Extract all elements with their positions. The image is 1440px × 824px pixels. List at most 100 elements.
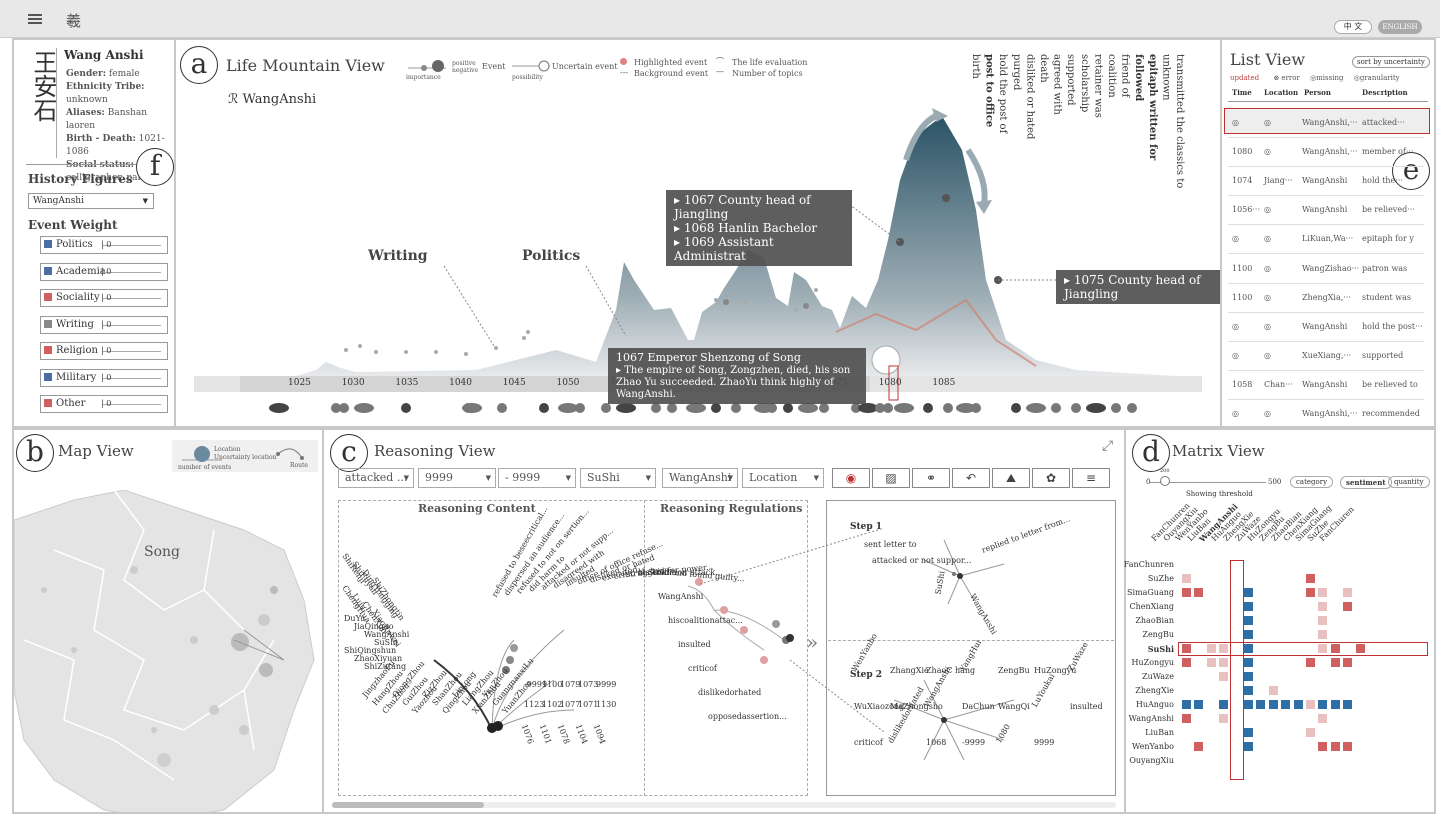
event-dot[interactable] bbox=[462, 403, 482, 413]
weight-row-sociality[interactable]: Sociality | 0 bbox=[40, 289, 168, 307]
matrix-cell[interactable] bbox=[1244, 700, 1253, 709]
weight-row-writing[interactable]: Writing | 0 bbox=[40, 315, 168, 334]
table-row[interactable]: 1080 ◎ WangAnshi,··· member of··· bbox=[1228, 145, 1424, 168]
weight-row-academia[interactable]: Academia | 0 bbox=[40, 262, 168, 281]
checkbox-icon[interactable] bbox=[44, 346, 52, 354]
matrix-cell[interactable] bbox=[1219, 714, 1229, 723]
category-button[interactable]: category bbox=[1290, 476, 1334, 488]
matrix-cell[interactable] bbox=[1343, 588, 1353, 597]
matrix-cell[interactable] bbox=[1194, 700, 1204, 709]
matrix-cell[interactable] bbox=[1306, 658, 1315, 667]
list-header[interactable]: Time Location Person Description bbox=[1228, 88, 1428, 102]
matrix-cell[interactable] bbox=[1194, 742, 1204, 751]
matrix-cell[interactable] bbox=[1182, 714, 1191, 723]
event-dot[interactable] bbox=[354, 403, 374, 413]
matrix-cell[interactable] bbox=[1182, 588, 1191, 597]
link-icon[interactable]: ⚭ bbox=[912, 468, 950, 488]
event-dot[interactable] bbox=[894, 403, 914, 413]
matrix-cell[interactable] bbox=[1182, 644, 1191, 653]
event-dot[interactable] bbox=[601, 403, 611, 413]
event-dot[interactable] bbox=[686, 403, 706, 413]
matrix-cell[interactable] bbox=[1219, 700, 1229, 709]
filter-select[interactable]: WangAnshi ▼ bbox=[662, 468, 738, 488]
matrix-cell[interactable] bbox=[1355, 644, 1365, 653]
matrix-cell[interactable] bbox=[1343, 700, 1353, 709]
song-map[interactable] bbox=[14, 490, 324, 814]
filter-select[interactable]: Location ▼ bbox=[742, 468, 824, 488]
matrix-cell[interactable] bbox=[1330, 658, 1340, 667]
matrix-cell[interactable] bbox=[1244, 630, 1253, 639]
checkbox-icon[interactable] bbox=[44, 266, 52, 275]
matrix-cell[interactable] bbox=[1318, 644, 1328, 653]
matrix-cell[interactable] bbox=[1182, 658, 1191, 667]
quantity-button[interactable]: quantity bbox=[1388, 476, 1430, 488]
matrix-cell[interactable] bbox=[1206, 658, 1216, 667]
matrix-cell[interactable] bbox=[1306, 574, 1315, 583]
sentiment-button[interactable]: sentiment bbox=[1340, 476, 1392, 489]
lang-zh-button[interactable]: 中 文 bbox=[1334, 20, 1372, 34]
table-row[interactable]: 1074 Jiang··· WangAnshi hold the··· bbox=[1228, 174, 1424, 197]
weight-slider[interactable] bbox=[103, 271, 161, 273]
matrix-cell[interactable] bbox=[1256, 700, 1266, 709]
matrix-cell[interactable] bbox=[1306, 728, 1315, 737]
lines-icon[interactable]: ≡ bbox=[1072, 468, 1110, 488]
weight-row-religion[interactable]: Religion | 0 bbox=[40, 342, 168, 360]
matrix-cell[interactable] bbox=[1244, 686, 1253, 695]
event-dot[interactable] bbox=[971, 403, 981, 413]
filter-select[interactable]: - 9999 ▼ bbox=[498, 468, 576, 488]
matrix-cell[interactable] bbox=[1219, 658, 1229, 667]
event-dot[interactable] bbox=[731, 403, 741, 413]
event-dot[interactable] bbox=[497, 403, 507, 413]
table-row[interactable]: ◎ ◎ LiKuan,Wa··· epitaph for y bbox=[1228, 232, 1424, 255]
event-dot[interactable] bbox=[339, 403, 349, 413]
event-dot[interactable] bbox=[923, 403, 933, 413]
event-dot[interactable] bbox=[767, 403, 777, 413]
record-icon[interactable]: ◉ bbox=[832, 468, 870, 488]
matrix-cell[interactable] bbox=[1343, 602, 1353, 611]
table-row[interactable]: ◎ ◎ XueXiang,··· supported bbox=[1228, 349, 1424, 371]
matrix-cell[interactable] bbox=[1244, 588, 1253, 597]
sort-button[interactable]: sort by uncertainty bbox=[1352, 56, 1430, 68]
mountain-icon[interactable]: ⛰ bbox=[992, 468, 1030, 488]
table-row[interactable]: 1056··· ◎ WangAnshi be relieved··· bbox=[1228, 203, 1424, 226]
checkbox-icon[interactable] bbox=[44, 319, 52, 328]
weight-slider[interactable] bbox=[103, 324, 161, 326]
event-dot[interactable] bbox=[539, 403, 549, 413]
table-row[interactable]: 1100 ◎ WangZishao··· patron was bbox=[1228, 262, 1424, 284]
event-dot[interactable] bbox=[819, 403, 829, 413]
event-dot[interactable] bbox=[667, 403, 677, 413]
matrix-cell[interactable] bbox=[1268, 700, 1278, 709]
matrix-cell[interactable] bbox=[1293, 700, 1303, 709]
expand-icon[interactable]: ⤢ bbox=[1102, 438, 1113, 454]
matrix-cell[interactable] bbox=[1281, 700, 1291, 709]
event-dot[interactable] bbox=[783, 403, 793, 413]
matrix-cell[interactable] bbox=[1182, 574, 1191, 583]
matrix-cell[interactable] bbox=[1343, 742, 1353, 751]
event-dot[interactable] bbox=[1071, 403, 1081, 413]
table-row[interactable]: 1058 Chan··· WangAnshi be relieved to bbox=[1228, 378, 1424, 400]
event-dot[interactable] bbox=[616, 403, 636, 413]
weight-slider[interactable] bbox=[103, 351, 161, 352]
matrix-cell[interactable] bbox=[1318, 714, 1328, 723]
matrix-cell[interactable] bbox=[1244, 644, 1253, 653]
event-dot[interactable] bbox=[1111, 403, 1121, 413]
checkbox-icon[interactable] bbox=[44, 293, 52, 301]
filter-select[interactable]: SuShi ▼ bbox=[580, 468, 656, 488]
table-row[interactable]: ◎ ◎ WangAnshi,··· attacked··· bbox=[1228, 116, 1424, 138]
matrix-cell[interactable] bbox=[1219, 644, 1229, 653]
horizontal-scrollbar[interactable] bbox=[332, 802, 1116, 808]
event-dot[interactable] bbox=[711, 403, 721, 413]
matrix-cell[interactable] bbox=[1318, 616, 1328, 625]
matrix-cell[interactable] bbox=[1318, 630, 1328, 639]
flower-icon[interactable]: ✿ bbox=[1032, 468, 1070, 488]
event-dot[interactable] bbox=[943, 403, 953, 413]
event-dot[interactable] bbox=[798, 403, 818, 413]
weight-row-politics[interactable]: Politics | 0 bbox=[40, 236, 168, 254]
weight-row-military[interactable]: Military | 0 bbox=[40, 368, 168, 387]
weight-slider[interactable] bbox=[103, 404, 161, 405]
matrix-cell[interactable] bbox=[1318, 742, 1328, 751]
matrix-cell[interactable] bbox=[1244, 658, 1253, 667]
checkbox-icon[interactable] bbox=[44, 399, 52, 407]
event-dot[interactable] bbox=[1011, 403, 1021, 413]
table-row[interactable]: 1100 ◎ ZhengXia,··· student was bbox=[1228, 291, 1424, 313]
